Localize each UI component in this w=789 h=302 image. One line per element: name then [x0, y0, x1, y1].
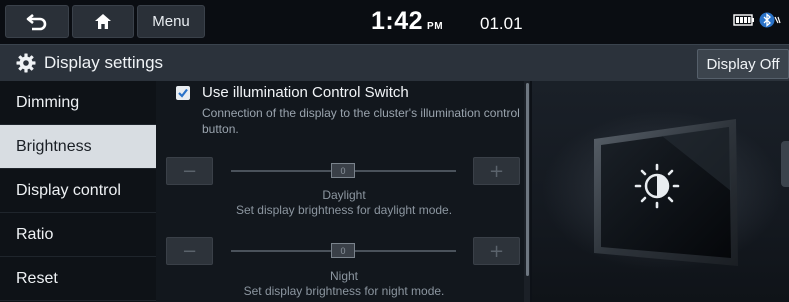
daylight-increase-button[interactable]: +	[473, 157, 520, 185]
home-button[interactable]	[72, 5, 134, 38]
illumination-checkbox[interactable]	[176, 86, 190, 100]
night-thumb[interactable]: 0	[331, 243, 355, 258]
gear-icon	[16, 53, 36, 73]
sidebar-item-brightness[interactable]: Brightness	[0, 125, 156, 169]
illumination-description: Connection of the display to the cluster…	[202, 106, 520, 136]
illumination-label: Use illumination Control Switch	[202, 84, 409, 101]
status-icons	[733, 11, 781, 29]
daylight-title: Daylight	[322, 188, 366, 202]
scrollbar-thumb[interactable]	[526, 83, 529, 276]
home-icon	[95, 14, 111, 29]
sidebar-item-dimming[interactable]: Dimming	[0, 81, 156, 125]
battery-icon	[733, 14, 754, 26]
daylight-slider: − 0 +	[166, 157, 522, 185]
night-title: Night	[329, 269, 358, 283]
night-slider: − 0 +	[166, 237, 522, 265]
daylight-decrease-button[interactable]: −	[166, 157, 213, 185]
night-decrease-button[interactable]: −	[166, 237, 213, 265]
display-off-button[interactable]: Display Off	[697, 49, 789, 79]
sidebar-item-display-control[interactable]: Display control	[0, 169, 156, 213]
daylight-description: Set display brightness for daylight mode…	[235, 203, 453, 217]
top-status-bar: Menu 1:42 PM 01.01	[0, 0, 789, 44]
display-preview	[532, 81, 789, 302]
night-description: Set display brightness for night mode.	[243, 284, 445, 298]
back-button[interactable]	[5, 5, 69, 38]
title-bar: Display settings Display Off	[0, 44, 789, 81]
sidebar-item-reset[interactable]: Reset	[0, 257, 156, 301]
sidebar: Dimming Brightness Display control Ratio…	[0, 81, 156, 302]
menu-button[interactable]: Menu	[137, 5, 205, 38]
daylight-thumb[interactable]: 0	[331, 163, 355, 178]
date-text: 01.01	[480, 14, 523, 33]
bluetooth-icon	[759, 12, 781, 28]
clock: 1:42 PM	[371, 7, 443, 36]
brightness-panel: Use illumination Control Switch Connecti…	[156, 81, 530, 302]
page-title: Display settings	[44, 53, 164, 72]
night-increase-button[interactable]: +	[473, 237, 520, 265]
time-text: 1:42	[371, 7, 424, 35]
ampm-text: PM	[427, 21, 444, 32]
sidebar-item-ratio[interactable]: Ratio	[0, 213, 156, 257]
preview-handle[interactable]	[781, 141, 789, 187]
checkmark-icon	[178, 88, 188, 98]
back-icon	[26, 13, 47, 30]
display-preview-image	[542, 111, 782, 271]
